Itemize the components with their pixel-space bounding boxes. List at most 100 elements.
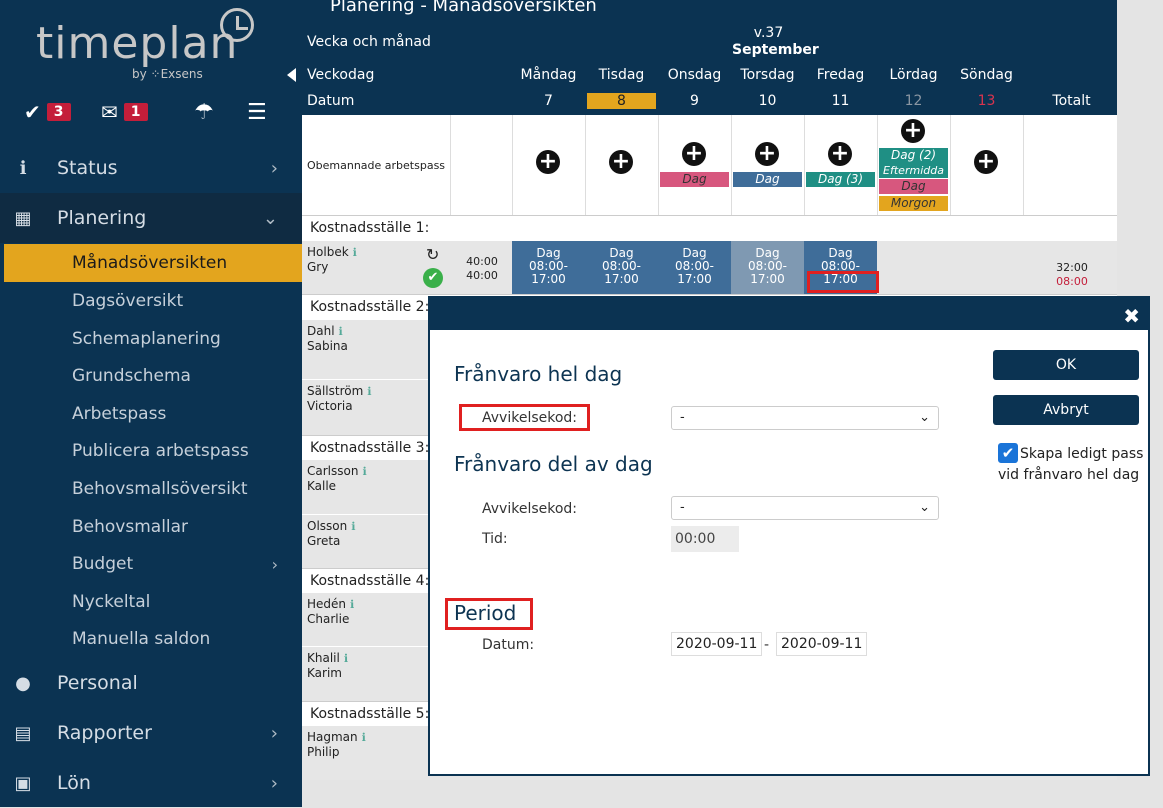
unmanned-tag[interactable]: Morgon xyxy=(879,196,948,211)
close-icon[interactable]: ✖ xyxy=(1123,304,1140,328)
nav-planering-label: Planering xyxy=(57,207,147,229)
unmanned-tag[interactable]: Dag xyxy=(660,172,729,187)
date-from-input[interactable]: 2020-09-11 xyxy=(671,632,763,656)
sub-schemaplanering[interactable]: Schemaplanering xyxy=(0,320,302,358)
person-name: Holbek ℹ Gry xyxy=(307,245,357,274)
unmanned-tag[interactable]: Dag (3) xyxy=(806,172,875,187)
messages-badge: 1 xyxy=(123,103,148,121)
add-shift-sunday-icon[interactable]: + xyxy=(974,150,998,174)
tasks-button[interactable]: ✔ 3 xyxy=(24,100,71,124)
shift-cell[interactable]: Dag 08:00-17:00 xyxy=(512,241,585,294)
list-icon[interactable]: ☰ xyxy=(247,100,267,125)
chevron-right-icon: › xyxy=(271,554,278,574)
unmanned-tag[interactable]: Dag xyxy=(733,172,802,187)
add-shift-saturday-icon[interactable]: + xyxy=(901,119,925,143)
nav-rapporter-label: Rapporter xyxy=(57,722,152,744)
approved-check-icon[interactable]: ✔ xyxy=(423,268,443,288)
sub-grundschema[interactable]: Grundschema xyxy=(0,357,302,395)
unmanned-tag[interactable]: Dag xyxy=(879,179,948,194)
sub-manadsoversikten[interactable]: Månadsöversikten xyxy=(4,244,302,282)
time-label: Tid: xyxy=(482,531,508,547)
day-friday: Fredag xyxy=(816,67,865,83)
collapse-sidebar-icon[interactable] xyxy=(287,68,296,82)
unmanned-tag[interactable]: Dag (2) xyxy=(879,148,948,163)
absence-dialog: ✖ Frånvaro hel dag Avvikelsekod: - ⌄ Frå… xyxy=(428,296,1150,776)
info-icon: ℹ xyxy=(351,520,356,533)
divider xyxy=(950,115,951,215)
tasks-badge: 3 xyxy=(46,103,71,121)
date-13: 13 xyxy=(977,93,996,109)
cancel-button[interactable]: Avbryt xyxy=(993,395,1139,425)
date-7: 7 xyxy=(544,93,553,109)
ok-button[interactable]: OK xyxy=(993,350,1139,380)
date-8-today: 8 xyxy=(587,93,656,109)
day-thursday: Torsdag xyxy=(740,67,795,83)
sub-dagsoversikt[interactable]: Dagsöversikt xyxy=(0,282,302,320)
money-icon: ▣ xyxy=(14,772,32,794)
info-icon: ℹ xyxy=(362,465,367,478)
sub-arbetspass[interactable]: Arbetspass xyxy=(0,395,302,433)
day-wednesday: Onsdag xyxy=(667,67,722,83)
info-icon: ℹ xyxy=(343,652,349,665)
logo-word: timeplan xyxy=(36,18,239,69)
sub-behovsmallar[interactable]: Behovsmallar xyxy=(0,508,302,546)
sub-behovsmallsoversikt[interactable]: Behovsmallsöversikt xyxy=(0,470,302,508)
week-number: v.37 xyxy=(753,25,784,41)
chevron-right-icon: › xyxy=(270,722,278,744)
partial-day-heading: Frånvaro del av dag xyxy=(454,452,653,476)
nav-rapporter[interactable]: ▤ Rapporter › xyxy=(0,708,302,758)
add-shift-thursday-icon[interactable]: + xyxy=(755,142,779,166)
person-row[interactable]: Holbek ℹ Gry ↻ ✔ 40:00 40:00 Dag 08:00-17:00… xyxy=(302,240,1117,294)
add-shift-monday-icon[interactable]: + xyxy=(536,150,560,174)
sub-publicera-arbetspass[interactable]: Publicera arbetspass xyxy=(0,432,302,470)
person-name: Sällström ℹ Victoria xyxy=(307,384,372,413)
sub-manuella-saldon[interactable]: Manuella saldon xyxy=(0,620,302,658)
messages-button[interactable]: ✉ 1 xyxy=(101,100,148,124)
sub-nyckeltal[interactable]: Nyckeltal xyxy=(0,583,302,621)
person-name: Olsson ℹ Greta xyxy=(307,519,356,548)
weekday-label: Veckodag xyxy=(307,67,375,83)
total-cell: 32:00 08:00 xyxy=(1056,261,1088,288)
date-label: Datum: xyxy=(482,637,535,653)
absence-code-select[interactable]: - ⌄ xyxy=(671,406,939,430)
code2-label: Avvikelsekod: xyxy=(482,501,578,517)
nav-status[interactable]: ℹ Status › xyxy=(0,143,302,193)
day-monday: Måndag xyxy=(520,67,577,83)
time-input[interactable]: 00:00 xyxy=(671,526,739,552)
chevron-right-icon: › xyxy=(270,157,278,179)
month-name: September xyxy=(732,42,819,58)
sub-budget[interactable]: Budget › xyxy=(0,545,302,583)
person-name: Hagman ℹ Philip xyxy=(307,730,366,759)
partial-code-value: - xyxy=(680,500,685,515)
code-label: Avvikelsekod: xyxy=(482,410,578,426)
nav-planering[interactable]: ▦ Planering ⌄ xyxy=(0,193,302,243)
divider xyxy=(450,115,451,215)
add-shift-wednesday-icon[interactable]: + xyxy=(682,142,706,166)
person-name: Khalil ℹ Karim xyxy=(307,651,349,680)
timeplan-logo[interactable]: timeplan by ⁘Exsens xyxy=(36,8,256,81)
divider xyxy=(658,115,659,215)
total-label: Totalt xyxy=(1052,93,1091,109)
date-to-input[interactable]: 2020-09-11 xyxy=(776,632,868,656)
nav-lon[interactable]: ▣ Lön › xyxy=(0,758,302,808)
date-separator: - xyxy=(764,637,770,653)
partial-code-select[interactable]: - ⌄ xyxy=(671,496,939,520)
divider xyxy=(877,115,878,215)
add-shift-tuesday-icon[interactable]: + xyxy=(609,150,633,174)
chevron-down-icon: ⌄ xyxy=(919,500,930,515)
shift-cell[interactable]: Dag 08:00-17:00 xyxy=(585,241,658,294)
umbrella-icon[interactable]: ☂ xyxy=(194,100,214,125)
refresh-icon[interactable]: ↻ xyxy=(426,245,439,264)
shift-cell[interactable]: Dag 08:00-17:00 xyxy=(658,241,731,294)
person-name: Carlsson ℹ Kalle xyxy=(307,464,367,493)
nav-personal[interactable]: ● Personal xyxy=(0,658,302,708)
divider xyxy=(585,115,586,215)
person-name: Dahl ℹ Sabina xyxy=(307,324,348,353)
shift-cell[interactable]: Dag 08:00-17:00 xyxy=(731,241,804,294)
logo-byline: by ⁘Exsens xyxy=(132,67,203,81)
add-shift-friday-icon[interactable]: + xyxy=(828,142,852,166)
divider xyxy=(731,115,732,215)
nav-personal-label: Personal xyxy=(57,672,138,694)
unmanned-tag[interactable]: Eftermidda xyxy=(879,163,948,178)
section-header: Kostnadsställe 1: xyxy=(302,215,1117,239)
